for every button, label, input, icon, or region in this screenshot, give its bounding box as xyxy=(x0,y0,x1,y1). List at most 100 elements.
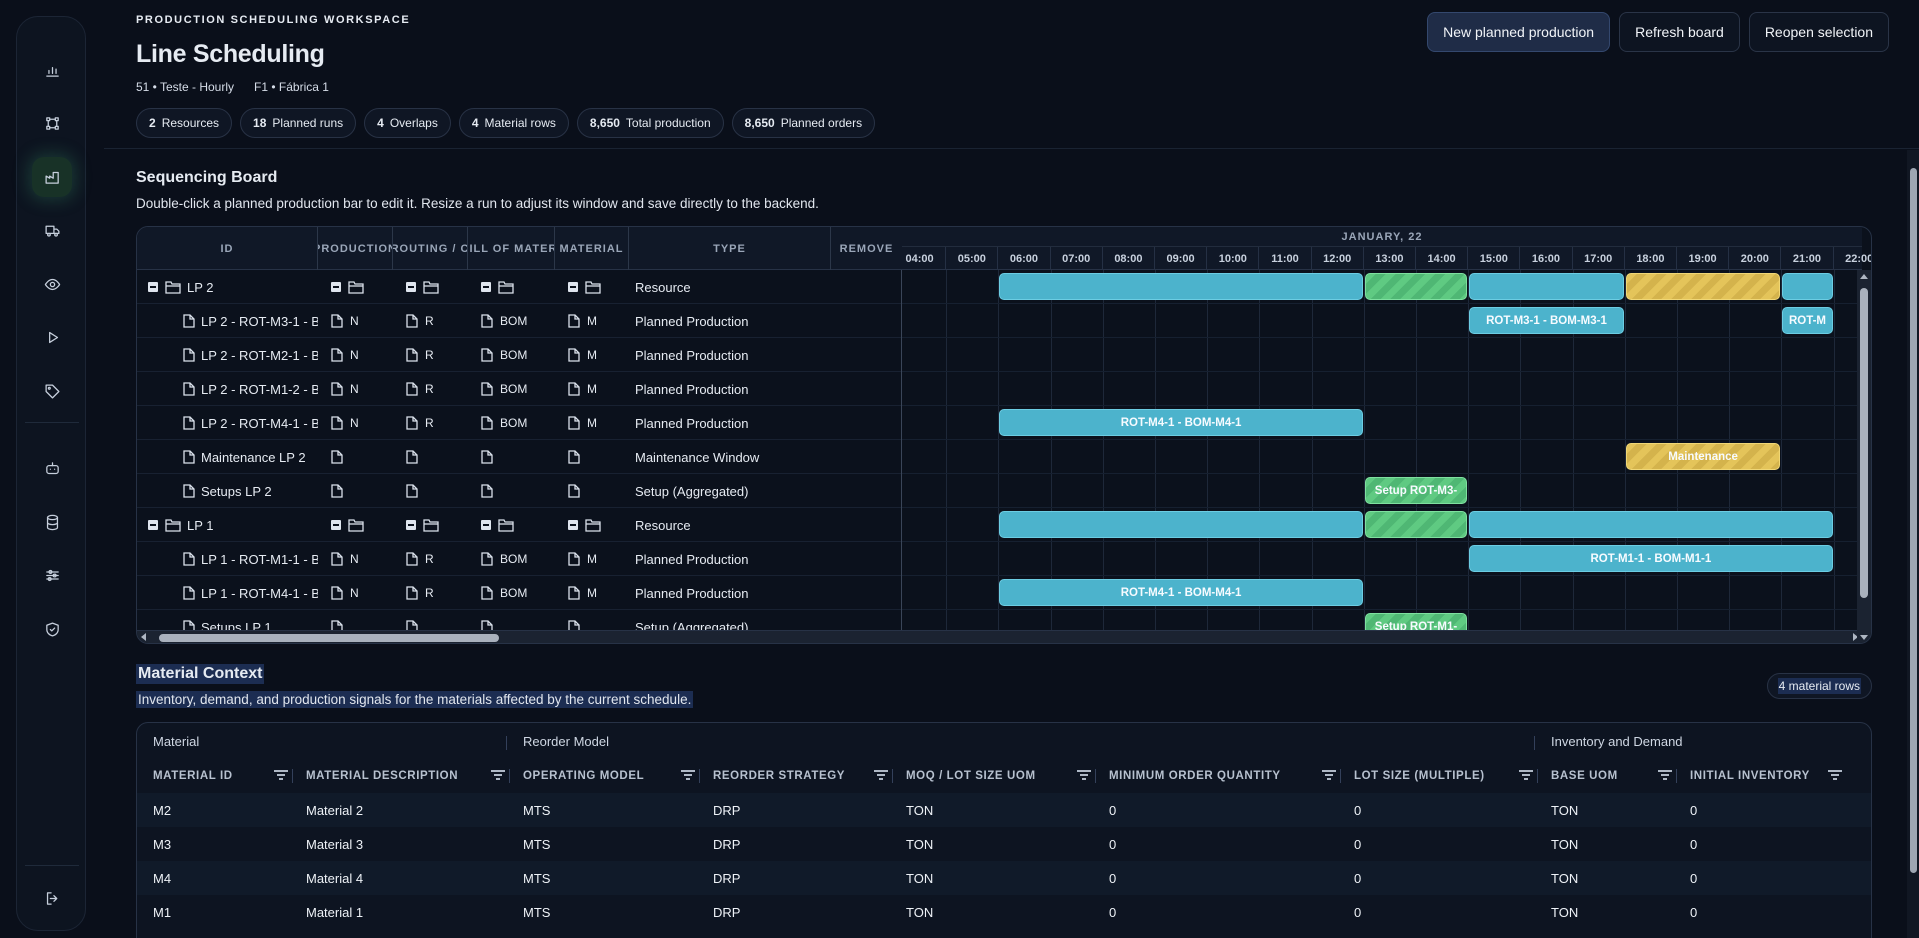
collapse-toggle[interactable] xyxy=(481,282,491,292)
collapse-toggle[interactable] xyxy=(568,282,578,292)
column-header[interactable]: REORDER STRATEGY xyxy=(713,759,845,793)
setup-bar[interactable] xyxy=(1364,511,1468,538)
setup-bar[interactable]: Setup ROT-M3- xyxy=(1364,477,1468,504)
material-row[interactable]: M4 Material 4 MTS DRP TON 0 0 TON 0 xyxy=(137,861,1871,895)
filter-icon[interactable] xyxy=(491,769,505,781)
hour-gridline xyxy=(1155,270,1156,630)
col-type[interactable]: TYPE xyxy=(629,227,831,270)
material-context-title: Material Context xyxy=(136,664,265,684)
cell-value: M xyxy=(587,416,597,430)
production-bar[interactable] xyxy=(1469,273,1624,300)
filter-icon[interactable] xyxy=(1658,769,1672,781)
resource-row[interactable]: LP 1 Resource xyxy=(137,508,901,542)
robot-icon[interactable] xyxy=(32,448,72,488)
play-icon[interactable] xyxy=(32,317,72,357)
setup-bar[interactable]: Setup ROT-M1- xyxy=(1364,613,1468,630)
col-id[interactable]: ID xyxy=(137,227,318,270)
col-routing[interactable]: ROUTING / C xyxy=(393,227,468,270)
production-bar[interactable] xyxy=(1782,273,1833,300)
column-header[interactable]: MOQ / LOT SIZE UOM xyxy=(906,759,1036,793)
new-planned-production-button[interactable]: New planned production xyxy=(1427,12,1611,52)
production-bar[interactable]: ROT-M4-1 - BOM-M4-1 xyxy=(999,409,1363,436)
task-row[interactable]: LP 2 - ROT-M4-1 - BOM-M4-1 N R BOM M Planned … xyxy=(137,406,901,440)
task-row[interactable]: LP 2 - ROT-M1-2 - BOM-M1-2 N R BOM M Planned … xyxy=(137,372,901,406)
chip-planned-orders: 8,650 Planned orders xyxy=(731,108,876,138)
horizontal-scroll-thumb[interactable] xyxy=(159,634,499,642)
scroll-up-arrow[interactable] xyxy=(1860,274,1868,279)
collapse-toggle[interactable] xyxy=(331,520,341,530)
filter-icon[interactable] xyxy=(874,769,888,781)
resource-row[interactable]: LP 2 Resource xyxy=(137,270,901,304)
production-bar[interactable] xyxy=(999,511,1363,538)
filter-icon[interactable] xyxy=(1077,769,1091,781)
scroll-down-arrow[interactable] xyxy=(1860,635,1868,640)
production-bar[interactable]: ROT-M1-1 - BOM-M1-1 xyxy=(1469,545,1833,572)
collapse-toggle[interactable] xyxy=(406,282,416,292)
eye-icon[interactable] xyxy=(32,264,72,304)
hour-label: 18:00 xyxy=(1625,247,1677,270)
task-row[interactable]: Maintenance LP 2 Maintenance Window xyxy=(137,440,901,474)
production-bar[interactable]: ROT-M3-1 - BOM-M3-1 xyxy=(1469,307,1624,334)
logout-icon[interactable] xyxy=(32,878,72,918)
column-header[interactable]: BASE UOM xyxy=(1551,759,1618,793)
filter-icon[interactable] xyxy=(1322,769,1336,781)
task-row[interactable]: LP 2 - ROT-M3-1 - BOM-M3-1 N R BOM M Planned … xyxy=(137,304,901,338)
folder-icon xyxy=(498,280,514,294)
scroll-left-arrow[interactable] xyxy=(141,633,146,641)
board-horizontal-scrollbar[interactable] xyxy=(137,630,1862,643)
collapse-toggle[interactable] xyxy=(481,520,491,530)
column-header[interactable]: MATERIAL DESCRIPTION xyxy=(306,759,458,793)
material-row[interactable]: M2 Material 2 MTS DRP TON 0 0 TON 0 xyxy=(137,793,1871,827)
filter-icon[interactable] xyxy=(1519,769,1533,781)
column-header[interactable]: OPERATING MODEL xyxy=(523,759,644,793)
database-icon[interactable] xyxy=(32,502,72,542)
cell-value: M xyxy=(587,586,597,600)
task-row[interactable]: LP 2 - ROT-M2-1 - BOM-M2-1 N R BOM M Planned … xyxy=(137,338,901,372)
material-row[interactable]: M1 Material 1 MTS DRP TON 0 0 TON 0 xyxy=(137,895,1871,929)
material-row[interactable]: M3 Material 3 MTS DRP TON 0 0 TON 0 xyxy=(137,827,1871,861)
tag-icon[interactable] xyxy=(32,371,72,411)
collapse-toggle[interactable] xyxy=(148,520,158,530)
sliders-icon[interactable] xyxy=(32,555,72,595)
collapse-toggle[interactable] xyxy=(406,520,416,530)
filter-icon[interactable] xyxy=(274,769,288,781)
collapse-toggle[interactable] xyxy=(568,520,578,530)
column-header[interactable]: LOT SIZE (MULTIPLE) xyxy=(1354,759,1485,793)
truck-icon[interactable] xyxy=(32,210,72,250)
col-bom[interactable]: BILL OF MATERI xyxy=(468,227,555,270)
row-gridline xyxy=(902,541,1862,542)
col-remove[interactable]: REMOVE xyxy=(831,227,902,270)
task-row[interactable]: Setups LP 2 Setup (Aggregated) xyxy=(137,474,901,508)
routing-icon[interactable] xyxy=(32,103,72,143)
shield-icon[interactable] xyxy=(32,609,72,649)
collapse-toggle[interactable] xyxy=(331,282,341,292)
col-production[interactable]: PRODUCTION xyxy=(318,227,393,270)
production-bar[interactable]: ROT-M4-1 - BOM-M4-1 xyxy=(999,579,1363,606)
column-header[interactable]: MINIMUM ORDER QUANTITY xyxy=(1109,759,1281,793)
column-header[interactable]: INITIAL INVENTORY xyxy=(1690,759,1810,793)
collapse-toggle[interactable] xyxy=(148,282,158,292)
task-row[interactable]: Setups LP 1 Setup (Aggregated) xyxy=(137,610,901,630)
table-cell: MTS xyxy=(523,802,551,818)
filter-icon[interactable] xyxy=(681,769,695,781)
col-material[interactable]: MATERIAL xyxy=(555,227,629,270)
maintenance-bar[interactable] xyxy=(1625,273,1781,300)
production-bar[interactable] xyxy=(1469,511,1833,538)
production-bar[interactable] xyxy=(999,273,1363,300)
reopen-selection-button[interactable]: Reopen selection xyxy=(1748,12,1889,52)
board-vertical-scrollbar[interactable] xyxy=(1857,270,1871,643)
table-cell: MTS xyxy=(523,836,551,852)
factory-icon[interactable] xyxy=(32,157,72,197)
column-header[interactable]: MATERIAL ID xyxy=(153,759,233,793)
maintenance-bar[interactable]: Maintenance xyxy=(1625,443,1781,470)
task-row[interactable]: LP 1 - ROT-M4-1 - BOM-M4-1 N R BOM M Planned … xyxy=(137,576,901,610)
filter-icon[interactable] xyxy=(1828,769,1842,781)
task-row[interactable]: LP 1 - ROT-M1-1 - BOM-M1-1 N R BOM M Planned … xyxy=(137,542,901,576)
page-scrollbar[interactable] xyxy=(1907,150,1919,938)
production-bar[interactable]: ROT-M xyxy=(1782,307,1833,334)
page-scroll-thumb[interactable] xyxy=(1910,168,1917,873)
analytics-icon[interactable] xyxy=(32,50,72,90)
setup-bar[interactable] xyxy=(1364,273,1468,300)
vertical-scroll-thumb[interactable] xyxy=(1860,288,1868,598)
refresh-board-button[interactable]: Refresh board xyxy=(1619,12,1740,52)
